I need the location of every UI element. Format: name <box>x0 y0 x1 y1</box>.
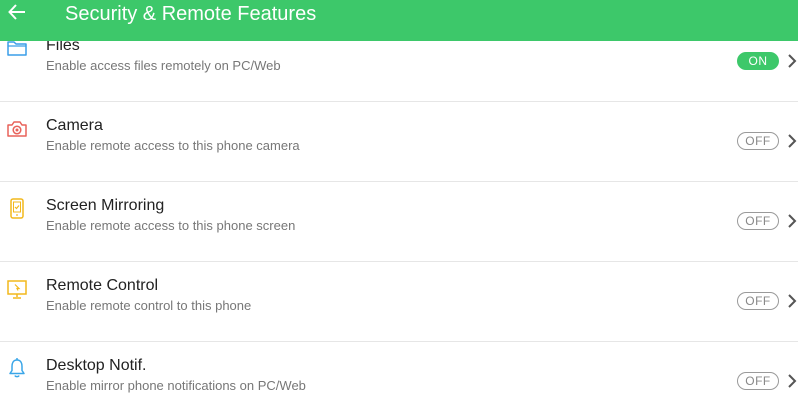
chevron-right-icon[interactable] <box>787 294 797 308</box>
chevron-right-icon[interactable] <box>787 54 797 68</box>
feature-subtitle: Enable remote access to this phone camer… <box>46 138 300 153</box>
feature-subtitle: Enable access files remotely on PC/Web <box>46 58 281 73</box>
bell-icon <box>9 358 25 378</box>
feature-subtitle: Enable remote control to this phone <box>46 298 252 313</box>
remote-control-toggle[interactable]: OFF <box>737 292 779 310</box>
page-title: Security & Remote Features <box>65 3 317 25</box>
files-toggle[interactable]: ON <box>737 52 779 70</box>
app-bar: Security & Remote Features <box>0 0 798 41</box>
feature-row-remote-control[interactable]: Remote Control Enable remote control to … <box>0 262 798 342</box>
feature-title: Remote Control <box>46 277 159 294</box>
feature-row-desktop-notif[interactable]: Desktop Notif. Enable mirror phone notif… <box>0 342 798 409</box>
camera-icon <box>7 121 27 137</box>
feature-subtitle: Enable mirror phone notifications on PC/… <box>46 378 306 393</box>
desktop-notif-toggle[interactable]: OFF <box>737 372 779 390</box>
feature-title: Screen Mirroring <box>46 197 165 214</box>
app-screen: Files Enable access files remotely on PC… <box>0 0 798 409</box>
feature-row-camera[interactable]: Camera Enable remote access to this phon… <box>0 102 798 182</box>
feature-subtitle: Enable remote access to this phone scree… <box>46 218 296 233</box>
camera-toggle[interactable]: OFF <box>737 132 779 150</box>
feature-row-screen-mirroring[interactable]: Screen Mirroring Enable remote access to… <box>0 182 798 262</box>
arrow-left-icon[interactable] <box>6 1 28 23</box>
screen-mirroring-toggle[interactable]: OFF <box>737 212 779 230</box>
monitor-cursor-icon <box>7 280 27 299</box>
chevron-right-icon[interactable] <box>787 134 797 148</box>
feature-title: Desktop Notif. <box>46 357 147 374</box>
chevron-right-icon[interactable] <box>787 374 797 388</box>
feature-title: Camera <box>46 117 103 134</box>
phone-screen-icon <box>10 198 24 219</box>
chevron-right-icon[interactable] <box>787 214 797 228</box>
